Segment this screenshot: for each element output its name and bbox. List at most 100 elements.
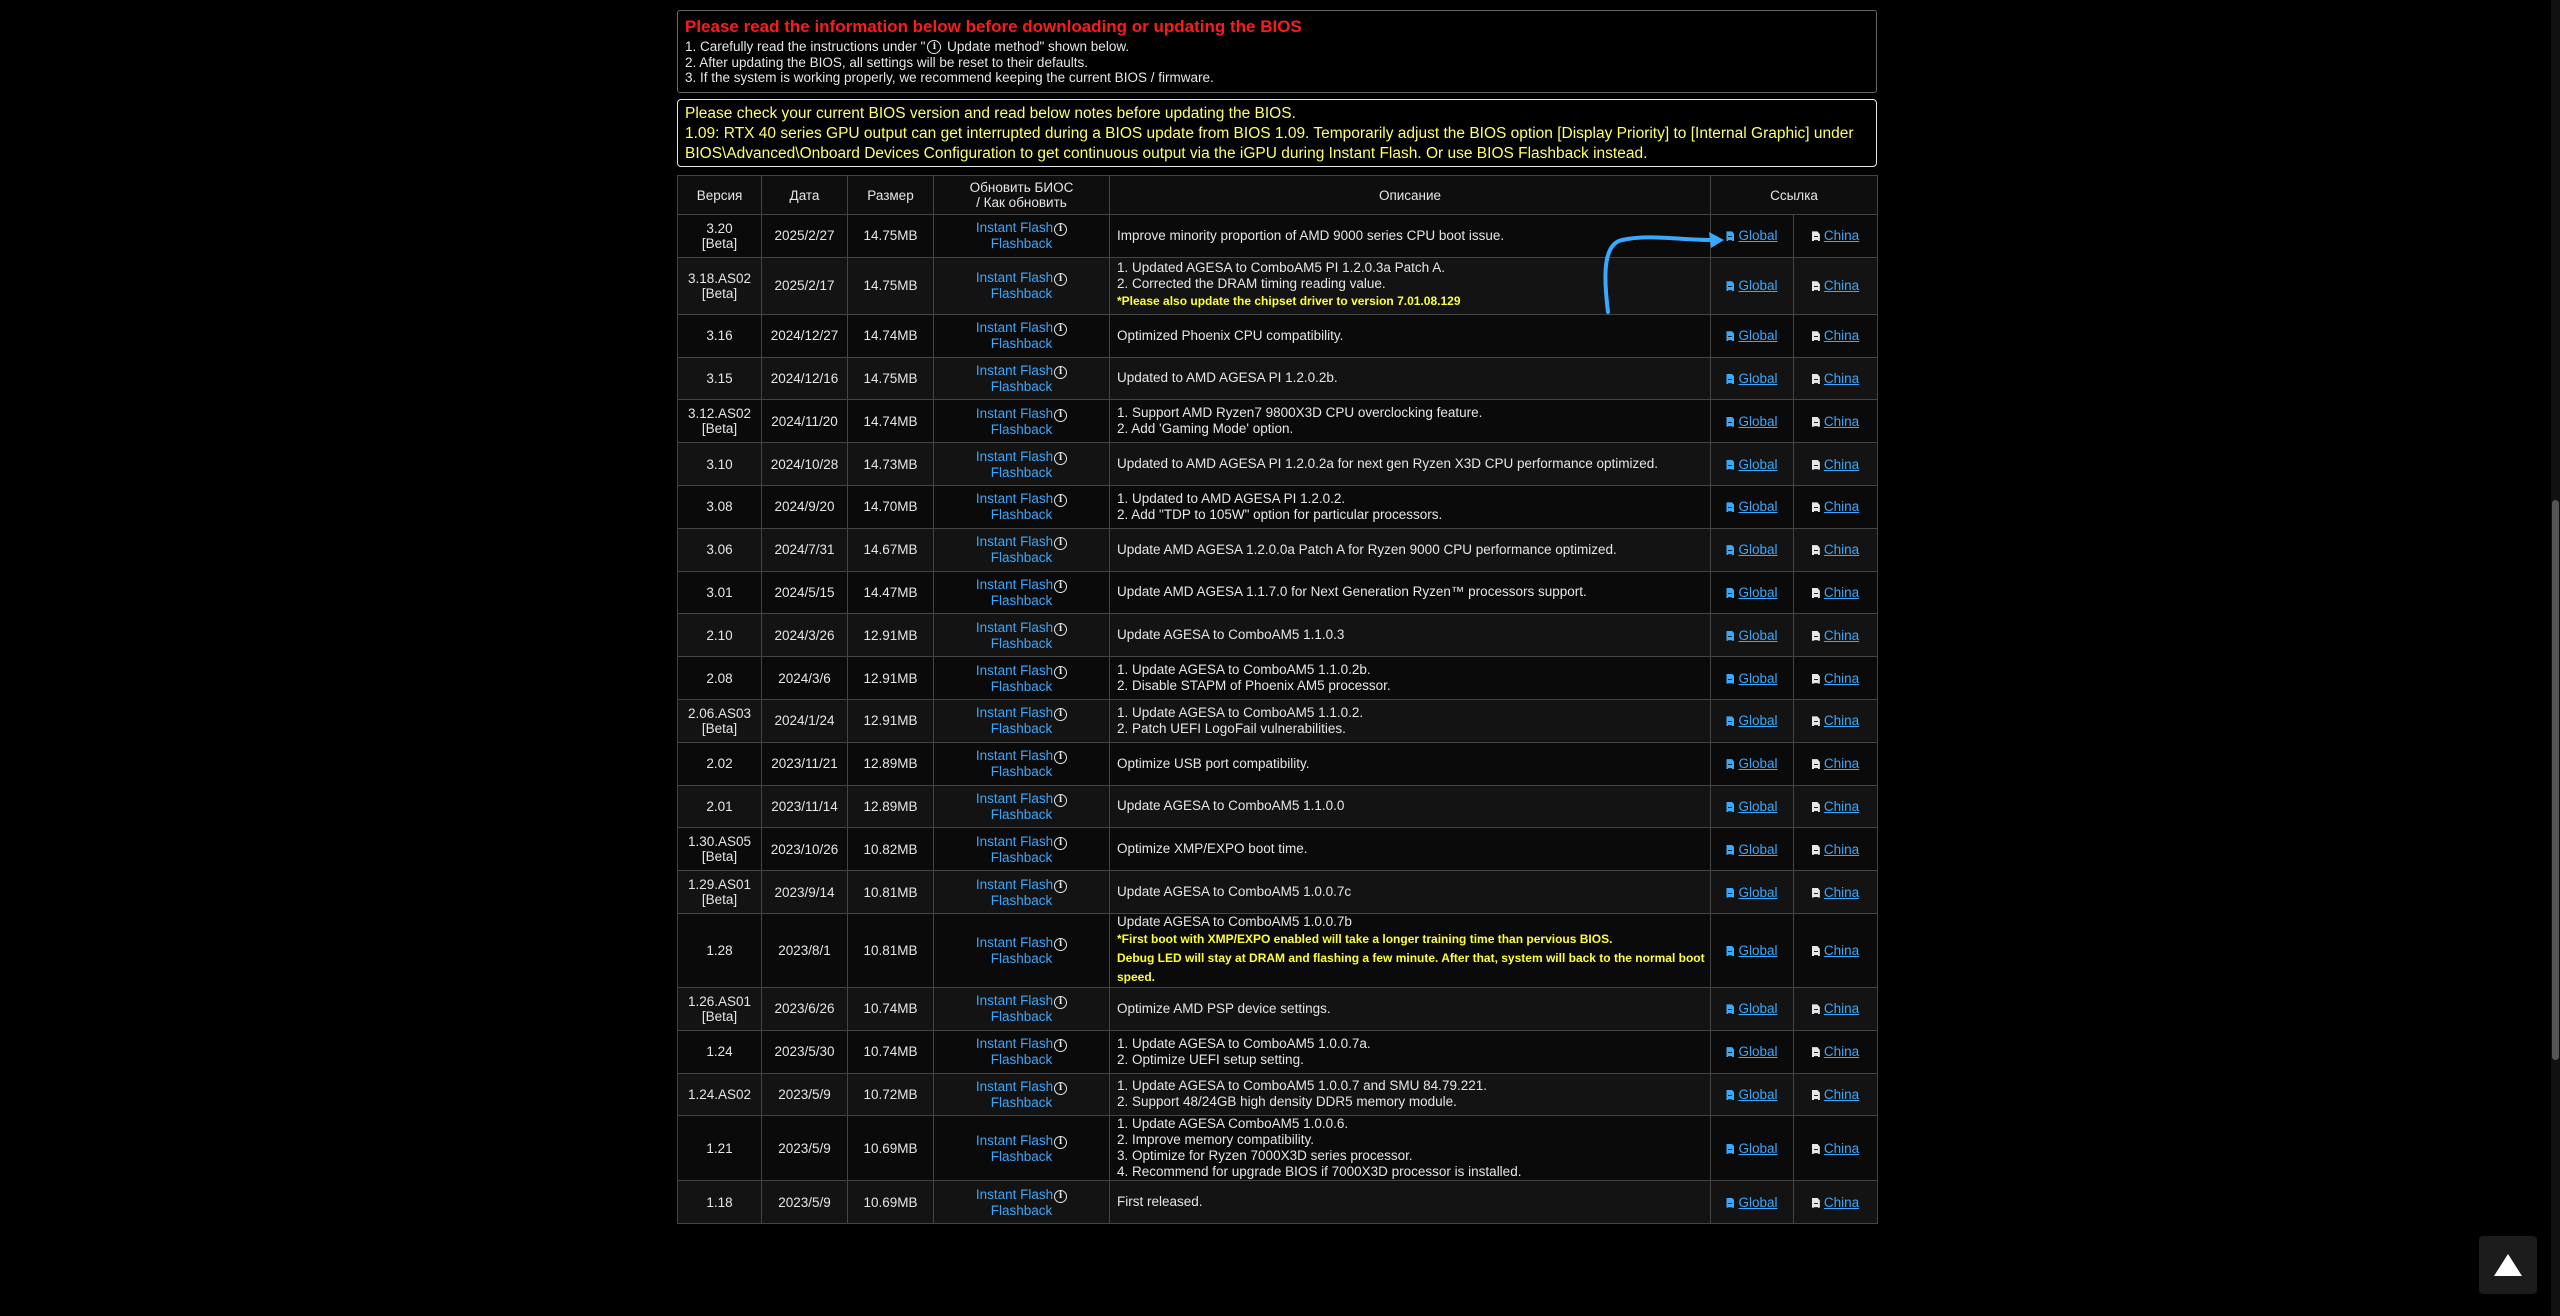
flashback-link[interactable]: Flashback: [991, 507, 1053, 522]
info-icon[interactable]: i: [1054, 793, 1068, 807]
page-scrollbar[interactable]: [2551, 0, 2560, 1316]
info-icon[interactable]: i: [1054, 622, 1068, 636]
global-download-link[interactable]: Global: [1726, 628, 1778, 643]
instant-flash-link[interactable]: Instant Flash: [976, 705, 1053, 720]
flashback-link[interactable]: Flashback: [991, 236, 1053, 251]
info-icon[interactable]: i: [1054, 836, 1068, 850]
china-download-link[interactable]: China: [1811, 1044, 1859, 1059]
china-download-link[interactable]: China: [1811, 1141, 1859, 1156]
info-icon[interactable]: i: [1054, 937, 1068, 951]
china-download-link[interactable]: China: [1811, 499, 1859, 514]
instant-flash-link[interactable]: Instant Flash: [976, 748, 1053, 763]
instant-flash-link[interactable]: Instant Flash: [976, 449, 1053, 464]
flashback-link[interactable]: Flashback: [991, 893, 1053, 908]
flashback-link[interactable]: Flashback: [991, 1009, 1053, 1024]
info-icon[interactable]: i: [1054, 879, 1068, 893]
instant-flash-link[interactable]: Instant Flash: [976, 877, 1053, 892]
global-download-link[interactable]: Global: [1726, 943, 1778, 958]
china-download-link[interactable]: China: [1811, 671, 1859, 686]
instant-flash-link[interactable]: Instant Flash: [976, 220, 1053, 235]
flashback-link[interactable]: Flashback: [991, 550, 1053, 565]
global-download-link[interactable]: Global: [1726, 842, 1778, 857]
global-download-link[interactable]: Global: [1726, 671, 1778, 686]
info-icon[interactable]: i: [1054, 708, 1068, 722]
flashback-link[interactable]: Flashback: [991, 721, 1053, 736]
china-download-link[interactable]: China: [1811, 943, 1859, 958]
china-download-link[interactable]: China: [1811, 228, 1859, 243]
flashback-link[interactable]: Flashback: [991, 1052, 1053, 1067]
info-icon[interactable]: i: [1054, 273, 1068, 287]
china-download-link[interactable]: China: [1811, 278, 1859, 293]
global-download-link[interactable]: Global: [1726, 1001, 1778, 1016]
info-icon[interactable]: i: [1054, 1039, 1068, 1053]
china-download-link[interactable]: China: [1811, 628, 1859, 643]
flashback-link[interactable]: Flashback: [991, 336, 1053, 351]
china-download-link[interactable]: China: [1811, 585, 1859, 600]
flashback-link[interactable]: Flashback: [991, 1149, 1053, 1164]
china-download-link[interactable]: China: [1811, 713, 1859, 728]
info-icon[interactable]: i: [1054, 1135, 1068, 1149]
china-download-link[interactable]: China: [1811, 328, 1859, 343]
global-download-link[interactable]: Global: [1726, 414, 1778, 429]
instant-flash-link[interactable]: Instant Flash: [976, 1187, 1053, 1202]
china-download-link[interactable]: China: [1811, 457, 1859, 472]
flashback-link[interactable]: Flashback: [991, 850, 1053, 865]
scrollbar-thumb[interactable]: [2552, 500, 2559, 1060]
global-download-link[interactable]: Global: [1726, 1087, 1778, 1102]
info-icon[interactable]: i: [1054, 408, 1068, 422]
global-download-link[interactable]: Global: [1726, 371, 1778, 386]
instant-flash-link[interactable]: Instant Flash: [976, 577, 1053, 592]
china-download-link[interactable]: China: [1811, 542, 1859, 557]
flashback-link[interactable]: Flashback: [991, 764, 1053, 779]
flashback-link[interactable]: Flashback: [991, 636, 1053, 651]
global-download-link[interactable]: Global: [1726, 1044, 1778, 1059]
instant-flash-link[interactable]: Instant Flash: [976, 791, 1053, 806]
instant-flash-link[interactable]: Instant Flash: [976, 534, 1053, 549]
china-download-link[interactable]: China: [1811, 1087, 1859, 1102]
info-icon[interactable]: i: [1054, 451, 1068, 465]
flashback-link[interactable]: Flashback: [991, 422, 1053, 437]
info-icon[interactable]: i: [1054, 494, 1068, 508]
info-icon[interactable]: i: [1054, 537, 1068, 551]
instant-flash-link[interactable]: Instant Flash: [976, 363, 1053, 378]
instant-flash-link[interactable]: Instant Flash: [976, 620, 1053, 635]
global-download-link[interactable]: Global: [1726, 278, 1778, 293]
info-icon[interactable]: i: [1054, 579, 1068, 593]
info-icon[interactable]: i: [1054, 996, 1068, 1010]
flashback-link[interactable]: Flashback: [991, 593, 1053, 608]
flashback-link[interactable]: Flashback: [991, 807, 1053, 822]
instant-flash-link[interactable]: Instant Flash: [976, 270, 1053, 285]
info-icon[interactable]: i: [1054, 1081, 1068, 1095]
china-download-link[interactable]: China: [1811, 756, 1859, 771]
global-download-link[interactable]: Global: [1726, 713, 1778, 728]
instant-flash-link[interactable]: Instant Flash: [976, 663, 1053, 678]
info-icon[interactable]: i: [1054, 223, 1068, 237]
global-download-link[interactable]: Global: [1726, 799, 1778, 814]
china-download-link[interactable]: China: [1811, 1195, 1859, 1210]
instant-flash-link[interactable]: Instant Flash: [976, 834, 1053, 849]
instant-flash-link[interactable]: Instant Flash: [976, 1079, 1053, 1094]
info-icon[interactable]: i: [1054, 323, 1068, 337]
instant-flash-link[interactable]: Instant Flash: [976, 935, 1053, 950]
instant-flash-link[interactable]: Instant Flash: [976, 320, 1053, 335]
global-download-link[interactable]: Global: [1726, 499, 1778, 514]
global-download-link[interactable]: Global: [1726, 1141, 1778, 1156]
china-download-link[interactable]: China: [1811, 885, 1859, 900]
info-icon[interactable]: i: [1054, 665, 1068, 679]
back-to-top-button[interactable]: [2479, 1236, 2537, 1294]
global-download-link[interactable]: Global: [1726, 457, 1778, 472]
flashback-link[interactable]: Flashback: [991, 951, 1053, 966]
instant-flash-link[interactable]: Instant Flash: [976, 993, 1053, 1008]
flashback-link[interactable]: Flashback: [991, 286, 1053, 301]
global-download-link[interactable]: Global: [1726, 585, 1778, 600]
flashback-link[interactable]: Flashback: [991, 679, 1053, 694]
instant-flash-link[interactable]: Instant Flash: [976, 1133, 1053, 1148]
info-icon[interactable]: i: [1054, 751, 1068, 765]
flashback-link[interactable]: Flashback: [991, 379, 1053, 394]
info-icon[interactable]: i: [1054, 1189, 1068, 1203]
instant-flash-link[interactable]: Instant Flash: [976, 491, 1053, 506]
china-download-link[interactable]: China: [1811, 1001, 1859, 1016]
flashback-link[interactable]: Flashback: [991, 1203, 1053, 1218]
global-download-link[interactable]: Global: [1726, 756, 1778, 771]
global-download-link[interactable]: Global: [1726, 542, 1778, 557]
